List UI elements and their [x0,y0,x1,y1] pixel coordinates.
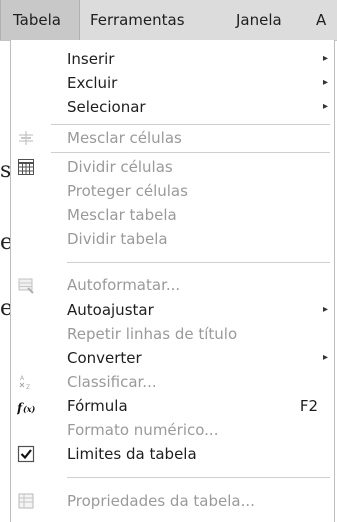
menu-item-autoformatar[interactable]: Autoformatar... [11,273,334,297]
formula-icon: f (x) [16,397,36,415]
svg-text:(x): (x) [23,404,35,414]
menu-item-formato-numerico[interactable]: Formato numérico... [11,418,334,442]
menu-item-mesclar-celulas[interactable]: Mesclar células [11,126,334,150]
checkbox-checked-icon [17,445,35,463]
submenu-arrow-icon: ▸ [322,53,328,64]
menu-item-label: Autoformatar... [67,276,181,294]
svg-text:A: A [20,375,25,382]
menu-item-label: Autoajustar [67,301,154,319]
menu-item-label: Classificar... [67,373,157,391]
table-properties-icon [17,492,35,510]
submenu-arrow-icon: ▸ [322,352,328,363]
menu-item-dividir-celulas[interactable]: Dividir células [11,155,334,179]
submenu-arrow-icon: ▸ [322,101,328,112]
menu-item-proteger-celulas[interactable]: Proteger células [11,179,334,203]
menu-item-classificar[interactable]: A Z Classificar... [11,370,334,394]
tabela-menu: Inserir ▸ Excluir ▸ Selecionar ▸ Mesclar… [10,40,335,522]
menubar-janela-label: Janela [236,11,282,29]
menu-item-label: Fórmula [67,397,128,415]
menu-item-label: Mesclar tabela [67,206,177,224]
merge-cells-icon [17,129,35,147]
menubar-ajuda[interactable]: A [316,0,326,40]
menubar-ferramentas-label: Ferramentas [90,11,185,29]
menu-item-label: Mesclar células [67,129,182,147]
menu-item-dividir-tabela[interactable]: Dividir tabela [11,227,334,251]
document-background: s, e e [0,40,10,522]
menu-item-label: Inserir [67,50,115,68]
menu-item-label: Converter [67,349,142,367]
split-cells-icon [17,158,35,176]
menu-item-converter[interactable]: Converter ▸ [11,346,334,370]
menu-item-label: Formato numérico... [67,421,219,439]
menu-item-label: Propriedades da tabela... [67,492,255,510]
document-text: e [0,296,10,321]
menu-item-shortcut: F2 [299,397,318,415]
menu-item-label: Excluir [67,74,118,92]
menu-separator [51,152,330,153]
submenu-arrow-icon: ▸ [322,304,328,315]
menu-bar: Tabela Ferramentas Janela A [0,0,337,41]
menu-item-propriedades-tabela[interactable]: Propriedades da tabela... [11,489,334,513]
menu-item-mesclar-tabela[interactable]: Mesclar tabela [11,203,334,227]
menubar-ferramentas[interactable]: Ferramentas [90,0,185,40]
menubar-tabela-label: Tabela [13,11,61,29]
menubar-ajuda-label: A [316,11,327,29]
sort-icon: A Z [17,373,35,391]
svg-text:Z: Z [26,384,30,391]
menu-item-excluir[interactable]: Excluir ▸ [11,71,334,95]
document-text: s, [0,158,10,183]
menu-item-label: Selecionar [67,98,146,116]
menu-item-formula[interactable]: f (x) Fórmula F2 [11,394,334,418]
menubar-janela[interactable]: Janela [236,0,282,40]
menu-item-limites-tabela[interactable]: Limites da tabela [11,442,334,466]
menu-item-label: Repetir linhas de título [67,325,238,343]
menu-item-label: Dividir células [67,158,173,176]
menu-separator [51,124,330,125]
menu-separator [67,262,330,263]
menu-item-label: Proteger células [67,182,188,200]
menu-separator [67,477,330,478]
menu-item-selecionar[interactable]: Selecionar ▸ [11,95,334,119]
menu-item-inserir[interactable]: Inserir ▸ [11,47,334,71]
menu-item-autoajustar[interactable]: Autoajustar ▸ [11,298,334,322]
autoformat-icon [17,276,35,294]
menu-item-label: Limites da tabela [67,445,197,463]
menu-item-label: Dividir tabela [67,230,168,248]
submenu-arrow-icon: ▸ [322,77,328,88]
menu-item-repetir-linhas[interactable]: Repetir linhas de título [11,322,334,346]
document-text: e [0,230,10,255]
menubar-tabela[interactable]: Tabela [0,0,80,40]
